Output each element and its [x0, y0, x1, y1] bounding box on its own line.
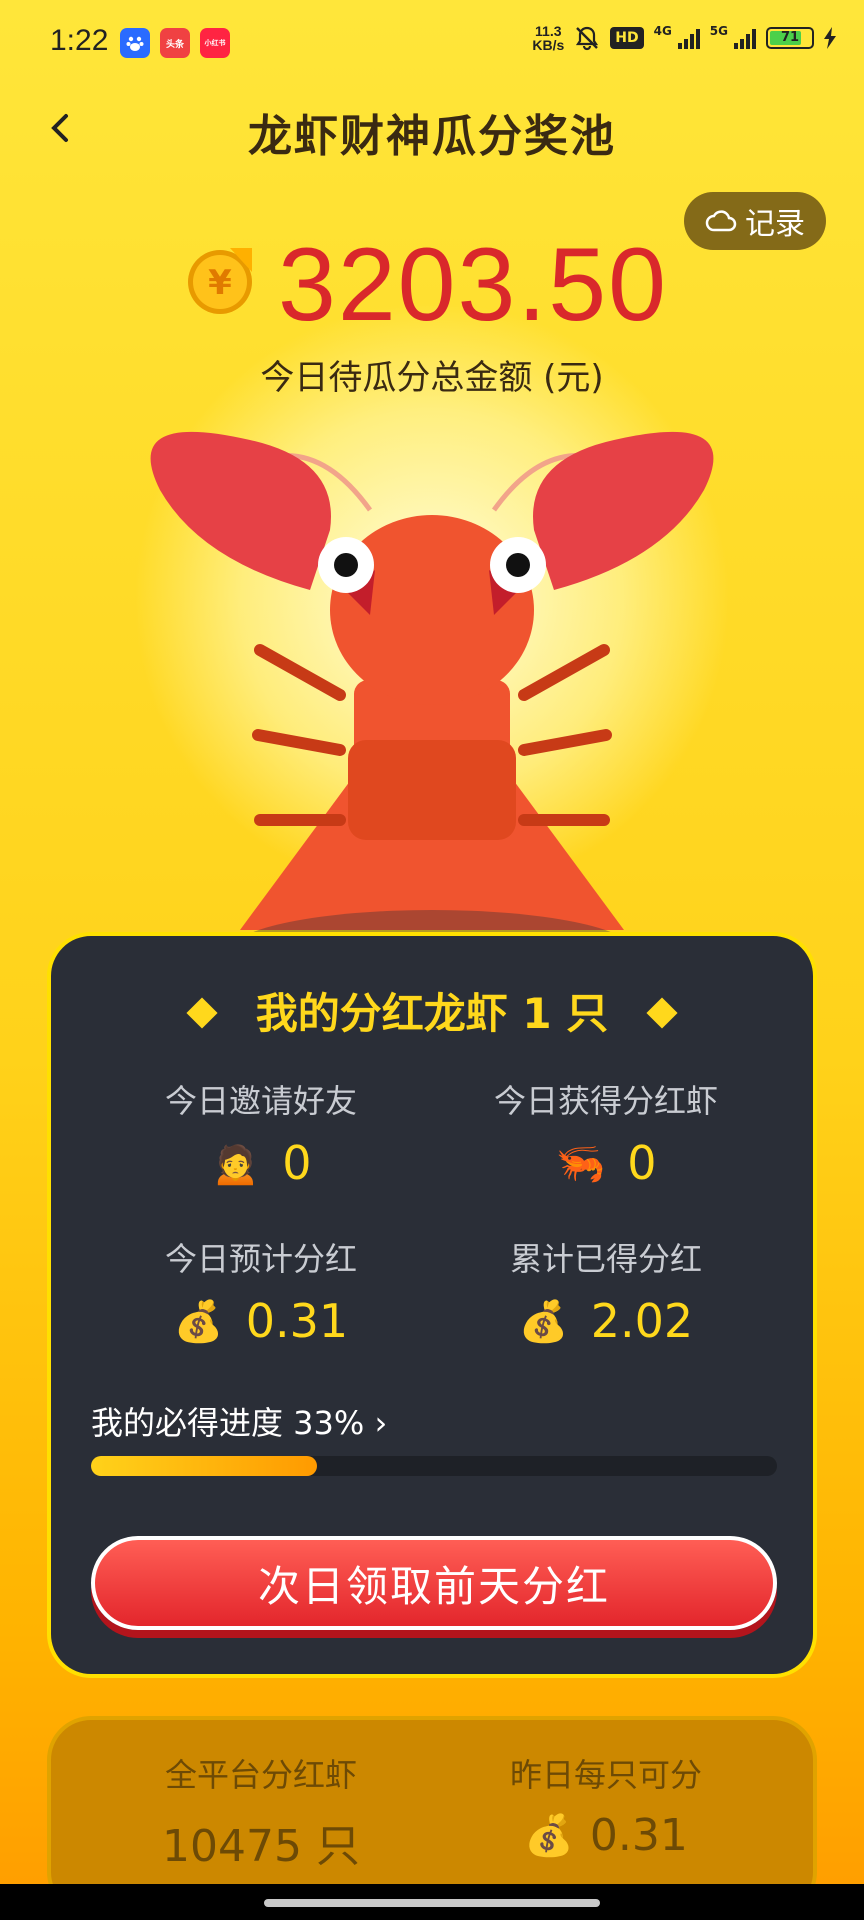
stat-expected-dividend: 今日预计分红 💰 0.31: [91, 1234, 431, 1348]
platform-per-label: 昨日每只可分: [509, 1756, 702, 1794]
xiaohongshu-app-icon: 小红书: [200, 28, 230, 58]
hd-badge: HD: [610, 27, 644, 49]
network-speed: 11.3 KB/s: [532, 24, 564, 52]
platform-total-value: 10475 只: [162, 1821, 360, 1872]
cloud-icon: [705, 210, 737, 232]
money-bag-icon: 💰: [518, 1298, 569, 1345]
stat-value: 0: [282, 1136, 312, 1190]
record-button[interactable]: 记录: [684, 192, 826, 250]
stat-value-row: 🙍 0: [91, 1136, 431, 1190]
network-speed-value: 11.3: [535, 23, 562, 39]
charging-bolt-icon: [824, 27, 836, 49]
stat-value-row: 💰 0.31: [91, 1294, 431, 1348]
platform-per-value-row: 💰 0.31: [436, 1810, 776, 1861]
platform-total-label: 全平台分红虾: [164, 1756, 357, 1794]
person-icon: 🙍: [210, 1140, 261, 1187]
status-right: 11.3 KB/s HD 4G 5G 71: [532, 24, 838, 52]
stat-value-row: 🦐 0: [436, 1136, 776, 1190]
progress-link[interactable]: 我的必得进度 33% ›: [91, 1398, 387, 1444]
platform-per-shrimp: 昨日每只可分 💰 0.31: [436, 1750, 776, 1861]
signal-bars-5g-icon: [734, 27, 756, 49]
page-title: 龙虾财神瓜分奖池: [248, 111, 616, 162]
toutiao-app-label: 头条: [165, 39, 184, 50]
lobster-illustration: [150, 431, 714, 980]
network-5g-label: 5G: [709, 24, 728, 38]
stat-invited-friends: 今日邀请好友 🙍 0: [91, 1076, 431, 1190]
stat-label: 今日获得分红虾: [493, 1082, 718, 1120]
mute-bell-icon: [576, 26, 599, 51]
pool-amount: 3203.50: [278, 227, 668, 343]
stat-total-dividend: 累计已得分红 💰 2.02: [436, 1234, 776, 1348]
xiaohongshu-app-label: 小红书: [204, 39, 226, 47]
pool-amount-label: 今日待瓜分总金额 (元): [260, 358, 604, 398]
network-speed-unit: KB/s: [532, 37, 565, 53]
money-bag-icon: 💰: [524, 1813, 574, 1859]
claim-dividend-button[interactable]: 次日领取前天分红: [91, 1536, 777, 1630]
shrimp-icon: 🦐: [555, 1140, 606, 1187]
progress-fill: [91, 1456, 318, 1476]
stat-label: 累计已得分红: [509, 1240, 702, 1278]
record-label: 记录: [745, 207, 805, 242]
status-time: 1:22: [50, 24, 109, 57]
diamond-right-icon: [646, 996, 678, 1029]
stat-value-row: 💰 2.02: [436, 1294, 776, 1348]
toutiao-app-icon: 头条: [160, 28, 190, 58]
stat-value: 2.02: [590, 1294, 694, 1348]
network-4g-label: 4G: [653, 24, 672, 38]
baidu-app-icon: [120, 28, 150, 58]
svg-text:¥: ¥: [208, 263, 232, 303]
my-dividend-card: 我的分红龙虾 1 只 今日邀请好友 🙍 0 今日获得分红虾 🦐 0 今日预计分红…: [47, 932, 817, 1678]
progress-track: [91, 1456, 777, 1476]
stat-label: 今日预计分红: [164, 1240, 357, 1278]
stat-label: 今日邀请好友: [164, 1082, 357, 1120]
platform-per-value: 0.31: [589, 1810, 688, 1861]
my-dividend-heading-text: 我的分红龙虾 1 只: [255, 989, 609, 1038]
home-indicator[interactable]: [264, 1899, 600, 1907]
stat-value: 0.31: [245, 1294, 349, 1348]
my-dividend-heading: 我的分红龙虾 1 只: [51, 980, 813, 1041]
yuan-coin-icon: ¥: [188, 248, 252, 314]
diamond-left-icon: [186, 996, 218, 1029]
stat-value: 0: [627, 1136, 657, 1190]
battery-level: 71: [780, 30, 800, 45]
stat-shrimp-earned: 今日获得分红虾 🦐 0: [436, 1076, 776, 1190]
status-bar: 1:22 头条 小红书 11.3 KB/s HD 4G 5G 71: [0, 0, 864, 86]
signal-bars-4g-icon: [677, 27, 700, 49]
platform-total-shrimp: 全平台分红虾 10475 只: [91, 1750, 431, 1874]
battery-icon: 71: [766, 27, 814, 49]
money-bag-icon: 💰: [173, 1298, 224, 1345]
